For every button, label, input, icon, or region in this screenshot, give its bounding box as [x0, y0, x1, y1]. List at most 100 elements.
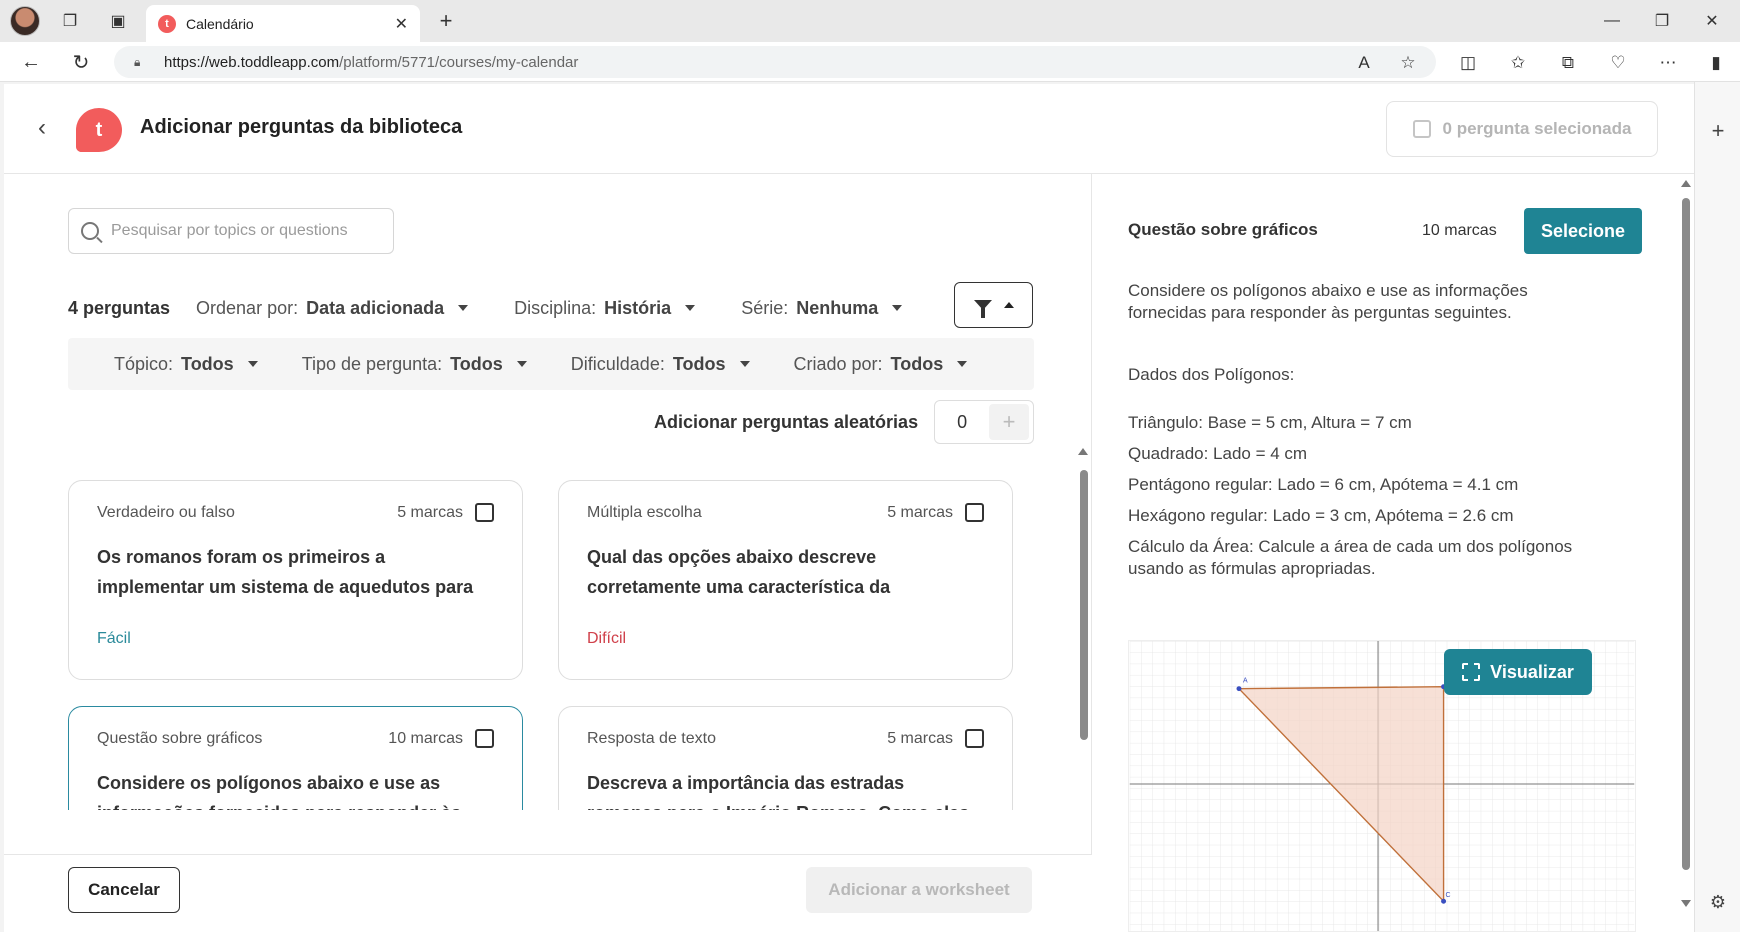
random-quantity-value[interactable]: 0 [935, 412, 989, 433]
favorite-star-icon[interactable]: ☆ [1394, 50, 1422, 76]
preview-line: Pentágono regular: Lado = 6 cm, Apótema … [1128, 475, 1519, 494]
question-marks: 5 marcas [887, 729, 953, 747]
workspaces-icon[interactable]: ❐ [56, 8, 84, 34]
select-checkbox[interactable] [475, 503, 494, 522]
question-card-selected[interactable]: Questão sobre gráficos 10 marcas Conside… [68, 706, 523, 810]
copy-icon [1412, 120, 1431, 138]
question-text: Qual das opções abaixo descreve corretam… [587, 547, 891, 597]
sidebar-toggle-icon[interactable]: ▮ [1702, 50, 1730, 76]
chevron-up-icon [1003, 302, 1014, 308]
select-checkbox[interactable] [965, 729, 984, 748]
tab-close-icon[interactable]: ✕ [395, 14, 408, 34]
question-text: Descreva a importância das estradas roma… [587, 773, 969, 810]
question-marks: 5 marcas [887, 503, 953, 521]
list-scrollbar[interactable] [1078, 448, 1088, 768]
question-card[interactable]: Múltipla escolha 5 marcas Qual das opçõe… [558, 480, 1013, 680]
preview-data-heading: Dados dos Polígonos: [1128, 365, 1295, 384]
browser-tab-bar: ❐ ▣ t Calendário ✕ + — ❐ ✕ [0, 0, 1740, 42]
preview-body: Considere os polígonos abaixo e use as i… [1128, 280, 1588, 589]
filter-toggle-button[interactable] [954, 282, 1033, 328]
window-close-icon[interactable]: ✕ [1692, 8, 1732, 34]
chevron-down-icon [247, 361, 258, 367]
read-aloud-icon[interactable]: A [1350, 50, 1378, 76]
scrollbar-thumb[interactable] [1682, 198, 1690, 870]
visualize-button[interactable]: Visualizar [1444, 649, 1592, 695]
question-card[interactable]: Verdadeiro ou falso 5 marcas Os romanos … [68, 480, 523, 680]
question-type: Verdadeiro ou falso [97, 503, 235, 521]
question-count: 4 perguntas [68, 297, 171, 318]
chevron-down-icon [516, 361, 527, 367]
browser-sidebar: + ⚙ [1694, 82, 1740, 932]
url-text: https://web.toddleapp.com/platform/5771/… [164, 53, 579, 71]
scroll-down-arrow-icon[interactable] [1681, 900, 1691, 907]
lock-icon: 🔒︎ [134, 55, 141, 69]
question-type: Resposta de texto [587, 729, 716, 747]
add-sidebar-app-icon[interactable]: + [1705, 118, 1731, 144]
difficulty-dropdown[interactable]: Dificuldade: Todos [571, 354, 750, 375]
page: ‹ t Adicionar perguntas da biblioteca 0 … [4, 84, 1694, 932]
search-icon [81, 222, 99, 240]
preview-line: Cálculo da Área: Calcule a área de cada … [1128, 537, 1573, 578]
question-cards: Verdadeiro ou falso 5 marcas Os romanos … [68, 480, 1028, 810]
question-text: Considere os polígonos abaixo e use as i… [97, 773, 484, 810]
grade-dropdown[interactable]: Série: Nenhuma [741, 298, 903, 319]
scroll-up-arrow-icon[interactable] [1681, 180, 1691, 187]
topic-dropdown[interactable]: Tópico: Todos [114, 354, 258, 375]
page-title: Adicionar perguntas da biblioteca [140, 116, 463, 138]
point-label-c: C [1446, 892, 1451, 899]
question-type-dropdown[interactable]: Tipo de pergunta: Todos [302, 354, 527, 375]
preview-intro: Considere os polígonos abaixo e use as i… [1128, 281, 1528, 322]
filter-funnel-icon [973, 300, 992, 318]
preview-line: Triângulo: Base = 5 cm, Altura = 7 cm [1128, 413, 1412, 432]
add-to-worksheet-button[interactable]: Adicionar a worksheet [806, 867, 1032, 913]
search-box[interactable] [68, 208, 394, 254]
restore-icon[interactable]: ❐ [1642, 8, 1682, 34]
more-menu-icon[interactable]: ⋯ [1654, 50, 1682, 76]
split-screen-icon[interactable]: ◫ [1454, 50, 1482, 76]
creator-dropdown[interactable]: Criado por: Todos [794, 354, 968, 375]
preview-marks: 10 marcas [1422, 222, 1497, 239]
new-tab-icon[interactable]: + [432, 8, 460, 34]
visualize-label: Visualizar [1490, 661, 1574, 682]
point-label-a: A [1243, 678, 1248, 685]
question-list-pane: 4 perguntas Ordenar por: Data adicionada… [4, 174, 1092, 932]
minimize-icon[interactable]: — [1592, 8, 1632, 34]
subject-dropdown[interactable]: Disciplina: História [514, 298, 696, 319]
select-checkbox[interactable] [965, 503, 984, 522]
preview-scrollbar[interactable] [1680, 180, 1692, 910]
refresh-icon[interactable]: ↻ [66, 48, 96, 76]
chevron-down-icon [458, 305, 469, 311]
chevron-down-icon [892, 305, 903, 311]
select-checkbox[interactable] [475, 729, 494, 748]
tab-actions-icon[interactable]: ▣ [104, 8, 132, 34]
search-input[interactable] [111, 222, 381, 240]
back-arrow-icon[interactable]: ← [16, 48, 46, 76]
profile-avatar[interactable] [10, 6, 40, 36]
preview-line: Quadrado: Lado = 4 cm [1128, 444, 1308, 463]
random-questions: Adicionar perguntas aleatórias 0 + [654, 400, 1035, 444]
question-card[interactable]: Resposta de texto 5 marcas Descreva a im… [558, 706, 1013, 810]
cancel-button[interactable]: Cancelar [68, 867, 180, 913]
scrollbar-thumb[interactable] [1080, 470, 1088, 740]
sort-dropdown[interactable]: Ordenar por: Data adicionada [196, 297, 469, 319]
selected-count-button[interactable]: 0 pergunta selecionada [1386, 101, 1658, 157]
url-field[interactable]: 🔒︎ https://web.toddleapp.com/platform/57… [114, 46, 1436, 78]
back-chevron-icon[interactable]: ‹ [38, 114, 46, 142]
select-button[interactable]: Selecione [1524, 208, 1642, 254]
increment-button[interactable]: + [989, 404, 1030, 440]
sort-value: Data adicionada [306, 297, 445, 318]
random-quantity-stepper[interactable]: 0 + [934, 400, 1035, 444]
difficulty-label: Fácil [97, 630, 131, 647]
random-questions-label: Adicionar perguntas aleatórias [654, 411, 919, 432]
question-type: Questão sobre gráficos [97, 729, 263, 747]
chevron-down-icon [957, 361, 968, 367]
gear-icon[interactable]: ⚙ [1705, 892, 1731, 913]
scroll-up-arrow-icon[interactable] [1078, 448, 1088, 455]
browser-essentials-icon[interactable]: ♡ [1604, 50, 1632, 76]
favorites-icon[interactable]: ✩ [1504, 50, 1532, 76]
question-marks: 5 marcas [397, 503, 463, 521]
difficulty-label: Difícil [587, 630, 627, 647]
preview-line: Hexágono regular: Lado = 3 cm, Apótema =… [1128, 506, 1514, 525]
browser-tab[interactable]: t Calendário ✕ [146, 5, 420, 42]
collections-icon[interactable]: ⧉ [1554, 50, 1582, 76]
